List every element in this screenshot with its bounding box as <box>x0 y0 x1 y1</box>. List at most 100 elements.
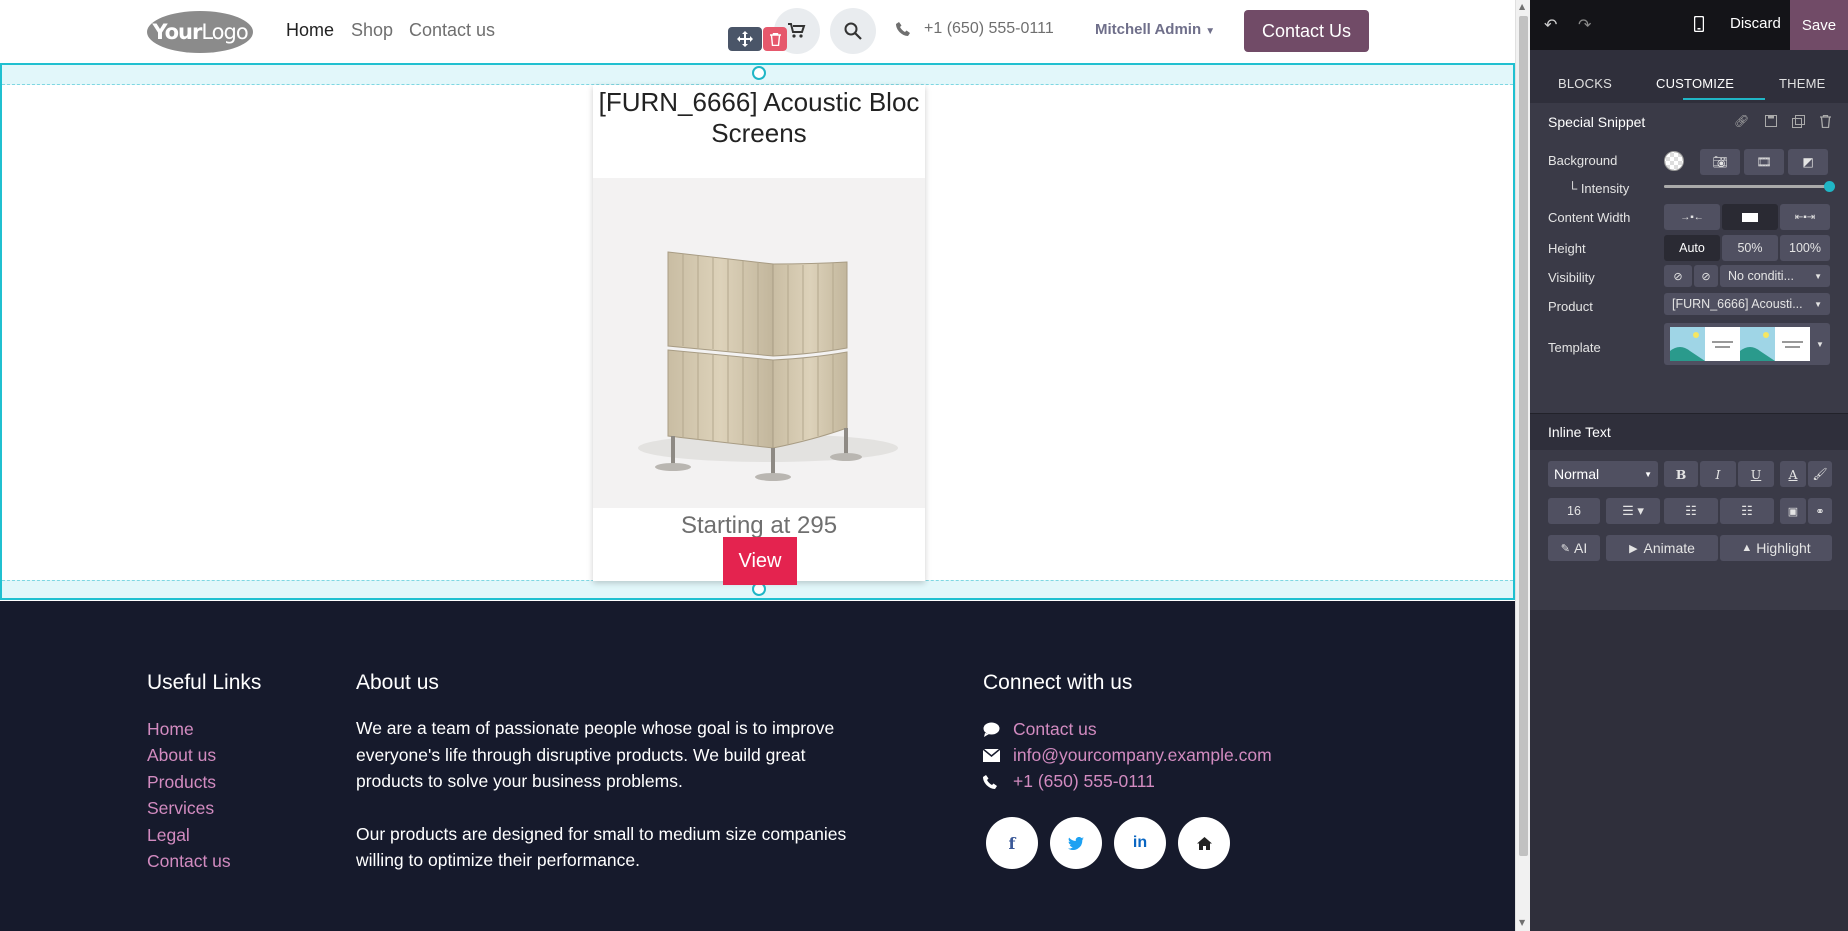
narrow-width-icon: →▪← <box>1680 211 1704 223</box>
background-shape-button[interactable]: ◩ <box>1788 149 1828 175</box>
nav-home[interactable]: Home <box>286 20 334 41</box>
connect-phone-row[interactable]: +1 (650) 555-0111 <box>983 769 1272 795</box>
background-color-button[interactable]: 🖌︎ <box>1808 461 1832 487</box>
height-label: Height <box>1548 241 1586 256</box>
header-phone[interactable]: +1 (650) 555-0111 <box>924 20 1054 38</box>
nav-contact[interactable]: Contact us <box>409 20 495 41</box>
tab-blocks[interactable]: BLOCKS <box>1558 76 1612 91</box>
width-full-button[interactable]: ⇤▪⇥ <box>1780 204 1830 230</box>
useful-links-title: Useful Links <box>147 671 262 694</box>
site-logo[interactable]: Your Logo <box>147 11 253 53</box>
about-paragraph-2: Our products are designed for small to m… <box>356 823 847 871</box>
page-scrollbar[interactable]: ▲ ▼ <box>1515 0 1530 931</box>
site-header: Your Logo Home Shop Contact us +1 (650) 5… <box>0 0 1515 62</box>
mobile-preview-icon[interactable] <box>1694 16 1704 32</box>
nav-shop[interactable]: Shop <box>351 20 393 41</box>
underline-button[interactable]: U <box>1738 461 1774 487</box>
search-button[interactable] <box>830 8 876 54</box>
height-auto-button[interactable]: Auto <box>1664 235 1720 261</box>
footer-link-legal[interactable]: Legal <box>147 822 231 848</box>
intensity-slider-thumb[interactable] <box>1824 181 1835 192</box>
paint-brush-icon: 🖌︎ <box>1812 467 1828 481</box>
hide-mobile-button[interactable]: ⊘ <box>1694 265 1718 287</box>
intensity-slider-fill <box>1664 185 1830 188</box>
about-title: About us <box>356 671 439 694</box>
header-contact-button[interactable]: Contact Us <box>1244 10 1369 52</box>
search-icon <box>844 22 862 40</box>
ai-button[interactable]: ✎ AI <box>1548 535 1600 561</box>
product-value: [FURN_6666] Acousti... <box>1672 297 1803 311</box>
connect-email-row[interactable]: info@yourcompany.example.com <box>983 742 1272 768</box>
twitter-icon <box>1068 836 1084 850</box>
text-format-select[interactable]: Normal ▼ <box>1548 461 1658 487</box>
footer-link-home[interactable]: Home <box>147 716 231 742</box>
phone-icon <box>896 22 910 36</box>
regular-width-icon <box>1742 212 1758 222</box>
width-regular-button[interactable] <box>1722 204 1778 230</box>
link-icon[interactable]: 🔗︎ <box>1734 114 1749 128</box>
highlight-icon: ▲ <box>1741 542 1753 554</box>
footer-link-about[interactable]: About us <box>147 742 231 768</box>
view-button[interactable]: View <box>723 537 797 585</box>
delete-handle[interactable] <box>763 27 787 51</box>
background-video-button[interactable]: 🎞︎ <box>1744 149 1784 175</box>
visibility-select[interactable]: No conditi... ▼ <box>1720 265 1830 287</box>
highlight-label: Highlight <box>1756 540 1811 556</box>
undo-icon[interactable]: ↶ <box>1544 15 1557 35</box>
site-footer: Useful Links Home About us Products Serv… <box>0 601 1515 931</box>
bold-button[interactable]: B <box>1664 461 1698 487</box>
connect-contact-row[interactable]: Contact us <box>983 716 1272 742</box>
home-button[interactable] <box>1178 817 1230 869</box>
product-image[interactable] <box>593 178 925 508</box>
height-50-button[interactable]: 50% <box>1722 235 1778 261</box>
bullet-list-button[interactable]: ☷ <box>1664 498 1718 524</box>
footer-link-products[interactable]: Products <box>147 769 231 795</box>
scroll-thumb[interactable] <box>1519 16 1528 856</box>
connect-list: Contact us info@yourcompany.example.com … <box>983 716 1272 795</box>
intensity-slider[interactable] <box>1664 181 1835 192</box>
height-100-button[interactable]: 100% <box>1780 235 1830 261</box>
save-snippet-icon[interactable] <box>1765 115 1777 127</box>
duplicate-icon[interactable] <box>1792 115 1805 128</box>
scroll-down-arrow[interactable]: ▼ <box>1519 918 1525 927</box>
connect-email: info@yourcompany.example.com <box>1013 745 1272 766</box>
product-select[interactable]: [FURN_6666] Acousti... ▼ <box>1664 293 1830 315</box>
tab-theme[interactable]: THEME <box>1779 76 1826 91</box>
highlight-button[interactable]: ▲ Highlight <box>1720 535 1832 561</box>
scroll-up-arrow[interactable]: ▲ <box>1519 2 1525 11</box>
align-select[interactable]: ☰ ▾ <box>1606 498 1660 524</box>
footer-link-contact[interactable]: Contact us <box>147 848 231 874</box>
width-narrow-button[interactable]: →▪← <box>1664 204 1720 230</box>
redo-icon[interactable]: ↷ <box>1578 15 1591 35</box>
footer-link-services[interactable]: Services <box>147 795 231 821</box>
italic-button[interactable]: I <box>1700 461 1736 487</box>
font-size-input[interactable]: 16 <box>1548 498 1600 524</box>
logo-bold: Your <box>152 20 202 44</box>
background-image-button[interactable]: 📷︎ <box>1700 149 1740 175</box>
linkedin-button[interactable]: in <box>1114 817 1166 869</box>
discard-button[interactable]: Discard <box>1730 15 1781 32</box>
twitter-button[interactable] <box>1050 817 1102 869</box>
about-paragraph-1: We are a team of passionate people whose… <box>356 718 835 791</box>
save-button[interactable]: Save <box>1790 0 1848 50</box>
film-icon: 🎞︎ <box>1756 155 1772 169</box>
numbered-list-button[interactable]: ☷ <box>1720 498 1774 524</box>
useful-links-list: Home About us Products Services Legal Co… <box>147 716 231 874</box>
tab-customize[interactable]: CUSTOMIZE <box>1656 76 1734 91</box>
resize-top-handle[interactable] <box>752 66 766 80</box>
move-handle[interactable] <box>728 27 762 51</box>
text-color-button[interactable]: A <box>1780 461 1806 487</box>
insert-link-button[interactable]: ⚭ <box>1808 498 1832 524</box>
template-select[interactable]: ▼ <box>1664 323 1830 365</box>
insert-image-button[interactable]: ▣ <box>1780 498 1806 524</box>
trash-icon[interactable] <box>1820 115 1831 128</box>
phone-icon <box>983 774 997 789</box>
numbered-list-icon: ☷ <box>1741 503 1753 518</box>
align-center-icon: ☰ ▾ <box>1622 503 1644 518</box>
hide-desktop-button[interactable]: ⊘ <box>1664 265 1692 287</box>
animate-button[interactable]: ▶ Animate <box>1606 535 1718 561</box>
special-snippet[interactable]: [FURN_6666] Acoustic Bloc Screens Starti… <box>0 63 1515 600</box>
background-color-swatch[interactable] <box>1664 151 1684 171</box>
user-menu[interactable]: Mitchell Admin ▼ <box>1095 21 1215 38</box>
facebook-button[interactable]: f <box>986 817 1038 869</box>
